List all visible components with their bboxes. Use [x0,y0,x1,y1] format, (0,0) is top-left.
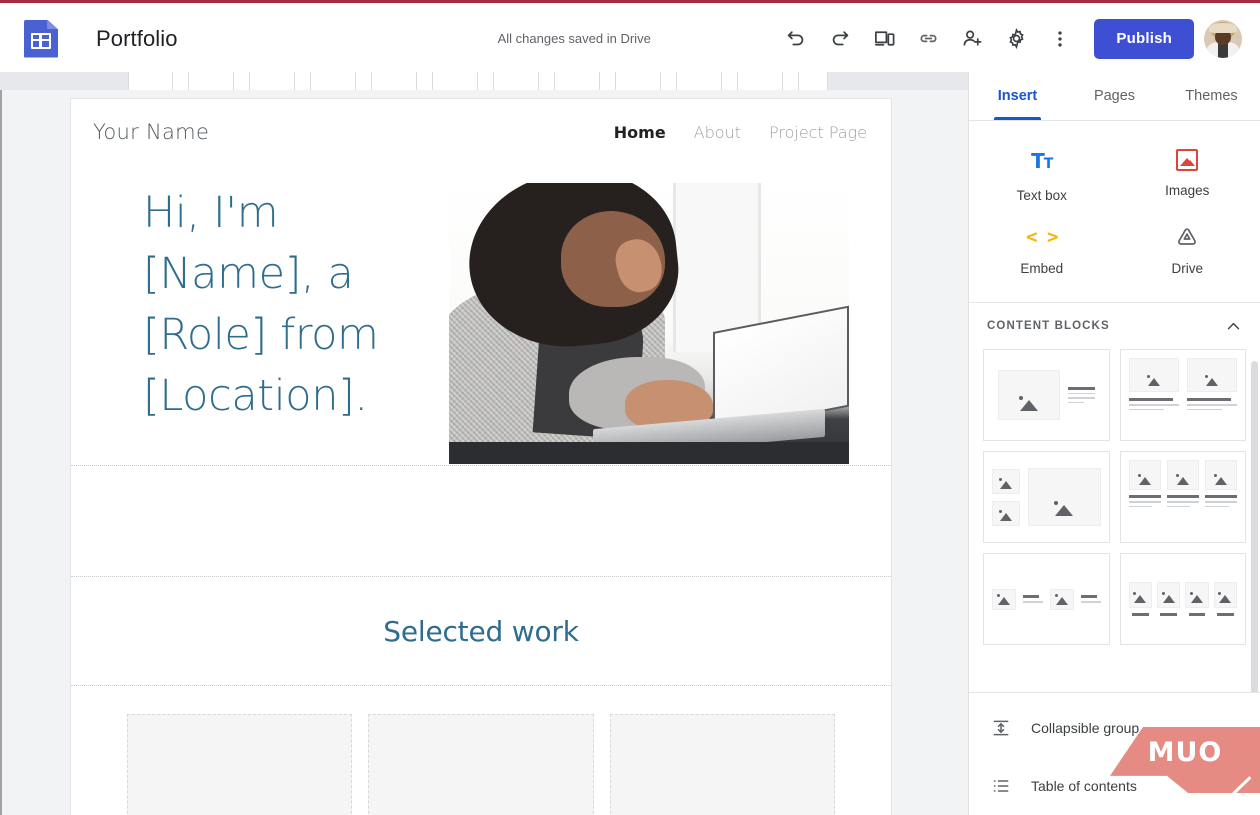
insert-text-box-button[interactable]: TT Text box [969,143,1115,209]
page-title[interactable]: Portfolio [96,26,178,52]
person-add-icon [963,30,982,46]
insert-item-label: Drive [1171,261,1203,276]
canvas-ruler[interactable] [0,72,968,90]
insert-item-label: Text box [1016,188,1067,203]
selected-work-section[interactable]: Selected work [71,577,891,685]
content-block-four-image-caption-columns[interactable] [1119,553,1246,645]
canvas-left-rail [0,90,2,815]
header-actions: Publish [774,17,1242,61]
work-cards-section[interactable] [71,686,891,815]
site-canvas[interactable]: Your Name Home About Project Page Hi, I'… [0,90,968,815]
content-blocks-grid [969,349,1260,657]
site-preview-page[interactable]: Your Name Home About Project Page Hi, I'… [70,98,892,815]
collapse-content-blocks-button[interactable] [1220,313,1246,339]
sidebar-extra-items: Collapsible group Table of contents [969,692,1260,815]
settings-button[interactable] [994,17,1038,61]
publish-button[interactable]: Publish [1094,18,1194,59]
tab-themes[interactable]: Themes [1163,72,1260,120]
content-block-two-inline-image-text-pairs[interactable] [983,553,1110,645]
undo-icon [788,30,804,45]
app-header: Portfolio All changes saved in Drive Pub… [0,5,1260,72]
insert-images-button[interactable]: Images [1115,143,1260,209]
site-nav-item-project-page[interactable]: Project Page [769,123,867,142]
insert-drive-button[interactable]: Drive [1115,219,1260,282]
content-blocks-header[interactable]: CONTENT BLOCKS [969,303,1260,349]
empty-content-section[interactable] [71,466,891,576]
hero-section[interactable]: Hi, I'm [Name], a [Role] from [Location]… [71,165,891,465]
images-icon [1176,149,1199,171]
insert-item-label: Images [1165,183,1210,198]
insert-embed-button[interactable]: < > Embed [969,219,1115,282]
preview-button[interactable] [862,17,906,61]
site-nav-item-about[interactable]: About [694,123,741,142]
content-blocks-scroll-area[interactable]: CONTENT BLOCKS [969,303,1260,692]
google-sites-editor: Portfolio All changes saved in Drive Pub… [0,0,1260,815]
work-card-placeholder[interactable] [127,714,353,815]
redo-button[interactable] [818,17,862,61]
more-vert-icon [1058,30,1063,47]
redo-icon [833,30,849,45]
hero-heading[interactable]: Hi, I'm [Name], a [Role] from [Location]… [143,183,443,427]
collapsible-group-icon [989,716,1013,740]
sidebar-tabs: Insert Pages Themes [969,72,1260,120]
work-card-placeholder[interactable] [609,714,835,815]
link-icon [920,34,937,43]
content-blocks-title: CONTENT BLOCKS [987,320,1110,332]
google-sites-icon[interactable] [24,19,58,58]
preview-devices-icon [874,31,895,46]
more-options-button[interactable] [1038,17,1082,61]
copy-link-button[interactable] [906,17,950,61]
content-block-two-small-images-one-large-image[interactable] [983,451,1110,543]
site-brand[interactable]: Your Name [93,120,209,144]
content-block-three-image-text-columns[interactable] [1119,451,1246,543]
site-navigation-bar[interactable]: Your Name Home About Project Page [71,99,891,165]
save-status: All changes saved in Drive [497,31,651,46]
site-nav-links: Home About Project Page [614,123,867,142]
insert-table-of-contents-button[interactable]: Table of contents [969,757,1260,815]
share-button[interactable] [950,17,994,61]
sidebar-scrollbar[interactable] [1251,361,1258,692]
table-of-contents-icon [989,774,1013,798]
list-item-label: Table of contents [1031,778,1137,794]
content-block-two-image-two-text-columns[interactable] [1119,349,1246,441]
insert-items-grid: TT Text box Images < > Embed Drive [969,121,1260,302]
content-block-image-left-text-right[interactable] [983,349,1110,441]
undo-button[interactable] [774,17,818,61]
avatar[interactable] [1204,19,1242,58]
hero-image[interactable] [449,183,849,464]
tab-insert[interactable]: Insert [969,72,1066,120]
insert-sidebar: Insert Pages Themes TT Text box Images <… [968,72,1260,815]
google-drive-icon [1178,228,1197,245]
text-box-icon: TT [1031,149,1053,173]
gear-icon [1009,28,1024,50]
selected-work-heading[interactable]: Selected work [383,615,579,648]
list-item-label: Collapsible group [1031,720,1140,736]
insert-item-label: Embed [1020,261,1064,276]
site-nav-item-home[interactable]: Home [614,123,666,142]
tab-pages[interactable]: Pages [1066,72,1163,120]
embed-code-icon: < > [1026,226,1058,248]
work-card-placeholder[interactable] [368,714,594,815]
chevron-up-icon [1227,322,1239,329]
insert-collapsible-group-button[interactable]: Collapsible group [969,699,1260,757]
